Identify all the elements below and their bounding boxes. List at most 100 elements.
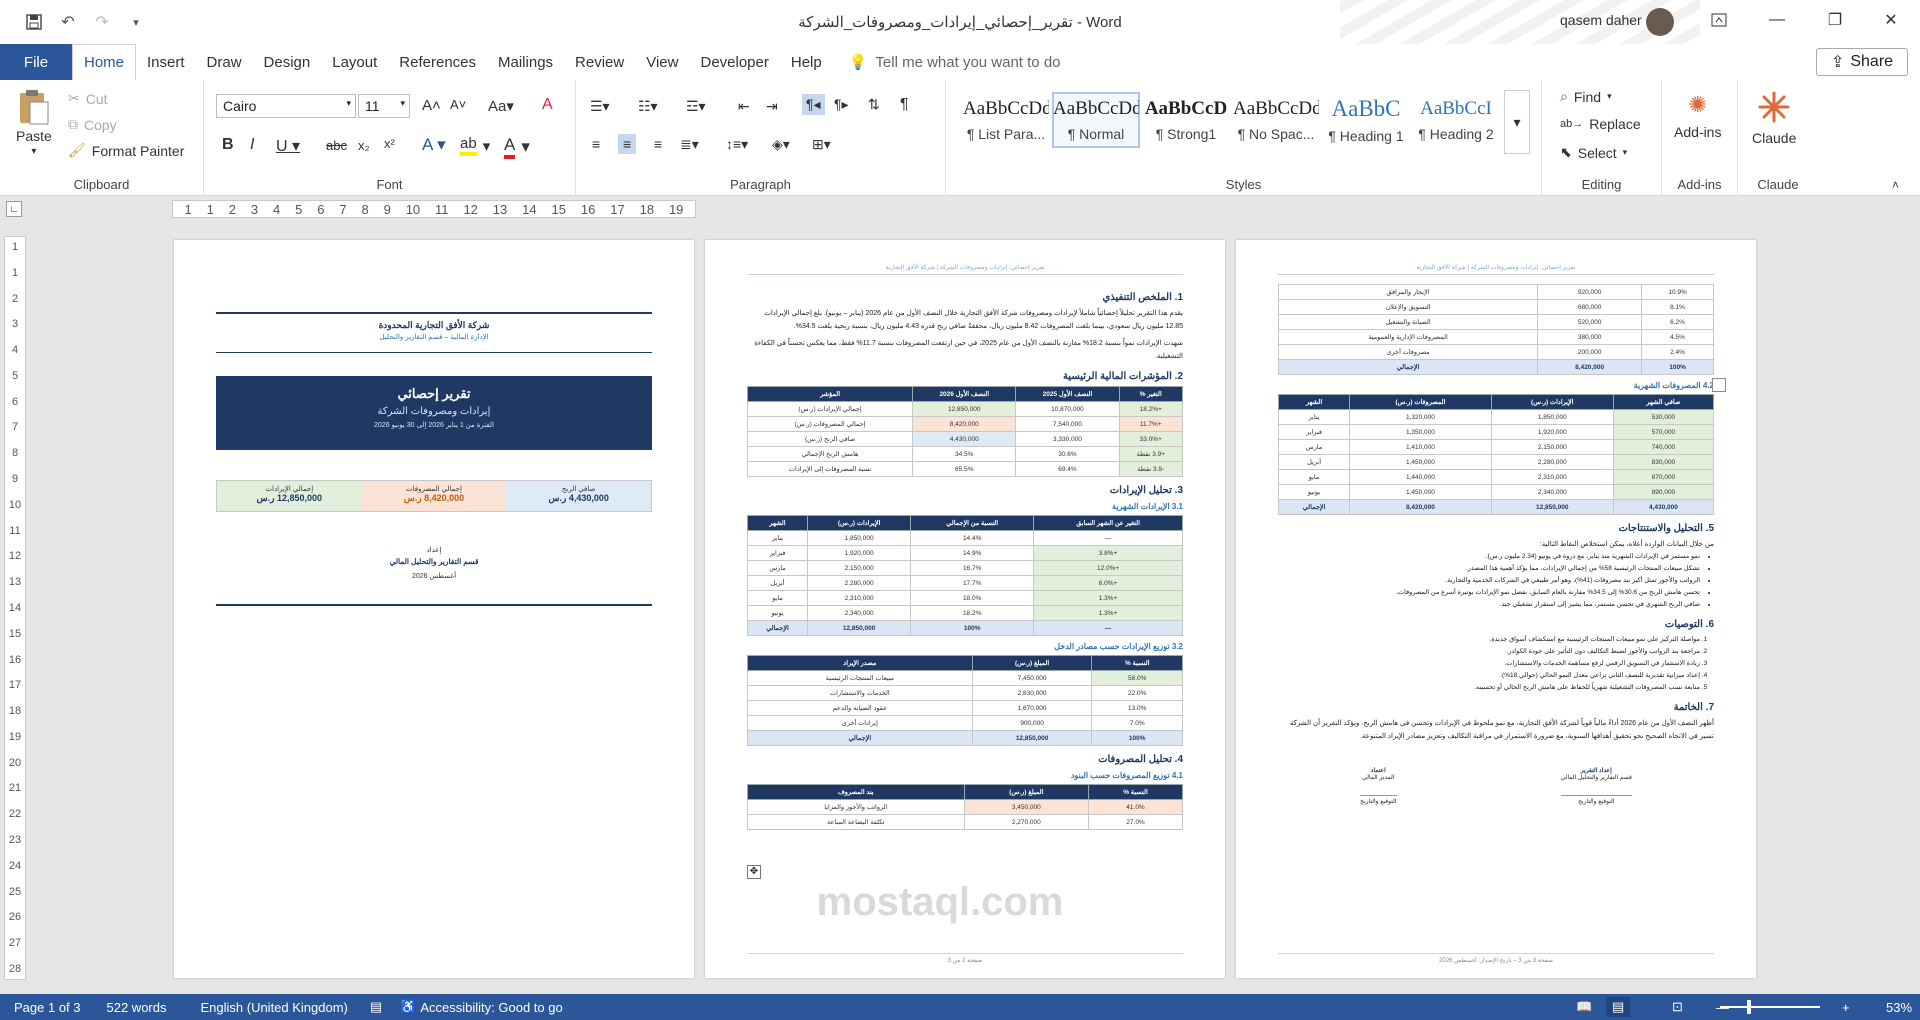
zoom-slider[interactable] — [1720, 1000, 1820, 1014]
shrink-font-icon[interactable]: A˅ — [450, 97, 466, 112]
bullets-icon[interactable]: ☰▾ — [590, 98, 610, 115]
style-list-paragraph[interactable]: AaBbCcDd ¶ List Para... — [962, 92, 1050, 148]
multilevel-list-icon[interactable]: ☲▾ — [686, 98, 706, 115]
decrease-indent-icon[interactable]: ⇤ — [738, 98, 750, 115]
paste-button[interactable]: Paste ▾ — [16, 88, 52, 157]
redo-icon[interactable]: ↷ — [88, 8, 116, 36]
ltr-direction-icon[interactable]: ¶▸ — [834, 96, 849, 113]
font-size-box[interactable]: 11 ▾ — [358, 94, 410, 118]
style-heading-2[interactable]: AaBbCcI ¶ Heading 2 — [1412, 92, 1500, 148]
table-cell: الإجمالي — [747, 730, 973, 746]
close-icon[interactable]: ✕ — [1862, 0, 1920, 40]
clear-formatting-icon[interactable]: A — [542, 96, 553, 114]
subscript-icon[interactable]: x₂ — [358, 138, 370, 153]
align-center-icon[interactable]: ≡ — [618, 134, 637, 154]
styles-more-icon[interactable]: ▾ — [1504, 90, 1530, 154]
superscript-icon[interactable]: x² — [384, 136, 395, 151]
cut-button[interactable]: ✂ Cut — [68, 90, 108, 107]
table-row: 8.1% 680,000 التسويق والإعلان — [1277, 299, 1714, 315]
show-formatting-icon[interactable]: ¶ — [900, 96, 909, 114]
tab-draw[interactable]: Draw — [196, 44, 253, 80]
accessibility-status[interactable]: Accessibility: Good to go — [420, 1000, 562, 1015]
recommendations-list: مواصلة التركيز على نمو مبيعات المنتجات ا… — [1278, 634, 1714, 694]
print-layout-icon[interactable]: ▤ — [1606, 997, 1631, 1017]
tab-help[interactable]: Help — [780, 44, 833, 80]
language-status[interactable]: English (United Kingdom) — [200, 1000, 347, 1015]
tab-mailings[interactable]: Mailings — [487, 44, 564, 80]
table-row: 6.2% 520,000 الصيانة والتشغيل — [1277, 314, 1714, 330]
avatar[interactable] — [1646, 8, 1674, 36]
highlight-icon[interactable]: ab ▾ — [460, 135, 490, 156]
undo-icon[interactable]: ↶ — [54, 8, 82, 36]
claude-button[interactable]: Claude — [1752, 90, 1796, 146]
tab-view[interactable]: View — [635, 44, 689, 80]
change-case-icon[interactable]: Aa▾ — [488, 97, 514, 115]
style-no-spacing[interactable]: AaBbCcDd ¶ No Spac... — [1232, 92, 1320, 148]
copy-button[interactable]: ⧉ Copy — [68, 116, 117, 133]
borders-icon[interactable]: ⊞▾ — [812, 136, 831, 153]
vertical-ruler[interactable]: 1 1 2 3 4 5 6 7 8 9 10 11 12 13 14 15 16 17 18 19 20 21 22 23 24… — [4, 236, 26, 980]
replace-button[interactable]: ab→ Replace — [1560, 116, 1641, 132]
grow-font-icon[interactable]: A˄ — [422, 97, 441, 114]
tell-me-box[interactable]: 💡 Tell me what you want to do — [833, 53, 1061, 72]
page-2[interactable]: تقرير إحصائي: إيرادات ومصروفات الشركة | … — [705, 240, 1225, 978]
customize-toolbar-icon[interactable]: ▾ — [122, 8, 150, 36]
align-right-icon[interactable]: ≡ — [654, 136, 662, 152]
select-button[interactable]: ⬉ Select ▾ — [1560, 144, 1627, 161]
style-preview: AaBbCcDd — [1053, 98, 1139, 119]
collapse-ribbon-icon[interactable]: ˄ — [1892, 178, 1899, 192]
style-strong[interactable]: AaBbCcD ¶ Strong1 — [1142, 92, 1230, 148]
track-changes-icon[interactable]: ▤ — [370, 999, 382, 1015]
zoom-in-icon[interactable]: + — [1842, 1000, 1850, 1015]
page-3[interactable]: تقرير إحصائي: إيرادات ومصروفات الشركة | … — [1236, 240, 1756, 978]
justify-icon[interactable]: ≣▾ — [680, 136, 699, 153]
page-1[interactable]: شركة الأفق التجارية المحدودة الإدارة الم… — [174, 240, 694, 978]
align-left-icon[interactable]: ≡ — [592, 136, 600, 152]
style-normal[interactable]: AaBbCcDd ¶ Normal — [1052, 92, 1140, 148]
minimize-icon[interactable]: — — [1748, 0, 1806, 40]
web-layout-icon[interactable]: ⊡ — [1672, 999, 1683, 1015]
rtl-direction-icon[interactable]: ¶◂ — [802, 94, 825, 115]
page-count[interactable]: Page 1 of 3 — [14, 1000, 81, 1015]
save-icon[interactable] — [20, 8, 48, 36]
table-cell: مصروفات أخرى — [1277, 344, 1539, 360]
font-name-value: Cairo — [223, 98, 257, 114]
line-spacing-icon[interactable]: ↕≡▾ — [726, 136, 748, 153]
font-name-box[interactable]: Cairo ▾ — [216, 94, 356, 118]
word-count[interactable]: 522 words — [107, 1000, 167, 1015]
font-color-icon[interactable]: A ▾ — [504, 135, 530, 159]
tab-file[interactable]: File — [0, 44, 72, 80]
tab-selector-icon[interactable]: ∟ — [6, 201, 22, 217]
list-item: زيادة الاستثمار في التسويق الرقمي لرفع م… — [1278, 658, 1701, 670]
tab-review[interactable]: Review — [564, 44, 635, 80]
tab-developer[interactable]: Developer — [689, 44, 779, 80]
addins-button[interactable]: ✺ Add-ins — [1674, 92, 1721, 140]
read-mode-icon[interactable]: 📖 — [1576, 999, 1592, 1015]
tab-layout[interactable]: Layout — [321, 44, 388, 80]
shading-icon[interactable]: ◈▾ — [772, 136, 790, 153]
bold-icon[interactable]: B — [222, 136, 234, 154]
horizontal-ruler[interactable]: 1 1 2 3 4 5 6 7 8 9 10 11 12 13 14 15 16 17 18 19 — [172, 200, 696, 218]
maximize-icon[interactable]: ❐ — [1806, 0, 1864, 40]
format-painter-button[interactable]: 🖌 Format Painter — [68, 142, 184, 159]
share-button[interactable]: ⇪ Share — [1816, 48, 1908, 76]
table-move-handle-icon[interactable]: ✥ — [747, 865, 761, 879]
numbering-icon[interactable]: ☷▾ — [638, 98, 658, 115]
tab-insert[interactable]: Insert — [136, 44, 196, 80]
italic-icon[interactable]: I — [250, 136, 254, 154]
style-heading-1[interactable]: AaBbC ¶ Heading 1 — [1322, 92, 1410, 148]
layout-options-icon[interactable] — [1712, 378, 1726, 392]
ribbon-display-icon[interactable] — [1690, 0, 1748, 40]
tab-references[interactable]: References — [388, 44, 487, 80]
tab-home[interactable]: Home — [72, 43, 137, 81]
tab-design[interactable]: Design — [253, 44, 322, 80]
increase-indent-icon[interactable]: ⇥ — [766, 98, 778, 115]
strikethrough-icon[interactable]: abc — [326, 138, 347, 153]
user-name[interactable]: qasem daher — [1560, 12, 1642, 28]
zoom-level[interactable]: 53% — [1886, 1000, 1912, 1015]
sort-icon[interactable]: ⇅ — [868, 96, 880, 113]
table-row: 4.5% 380,000 المصروفات الإدارية والعمومية — [1277, 329, 1714, 345]
underline-icon[interactable]: U ▾ — [276, 136, 300, 156]
find-button[interactable]: ⌕ Find ▾ — [1560, 88, 1612, 105]
text-effects-icon[interactable]: A ▾ — [422, 135, 446, 155]
